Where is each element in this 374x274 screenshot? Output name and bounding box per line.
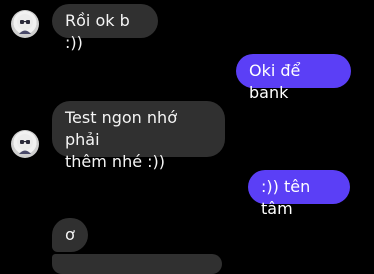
avatar-icon [17, 14, 33, 34]
contact-avatar[interactable] [11, 130, 39, 158]
message-bubble-outgoing[interactable]: Oki để bank [236, 54, 351, 102]
message-bubble-incoming[interactable] [52, 254, 222, 274]
message-text: Oki để bank [249, 61, 301, 102]
message-bubble-incoming[interactable]: Rồi ok b :)) [52, 4, 158, 52]
message-text-line: Test ngon nhớ phải [65, 108, 177, 149]
message-text-line: thêm nhé :)) [65, 152, 166, 171]
message-bubble-incoming[interactable]: ơ [52, 218, 88, 252]
message-bubble-outgoing[interactable]: :)) tên tâm [248, 170, 350, 218]
message-text: Rồi ok b :)) [65, 11, 130, 52]
avatar-icon [17, 134, 33, 154]
message-text: :)) tên tâm [261, 177, 311, 218]
message-text: ơ [65, 225, 75, 244]
message-bubble-incoming[interactable]: Test ngon nhớ phải thêm nhé :)) [52, 101, 225, 171]
contact-avatar[interactable] [11, 10, 39, 38]
